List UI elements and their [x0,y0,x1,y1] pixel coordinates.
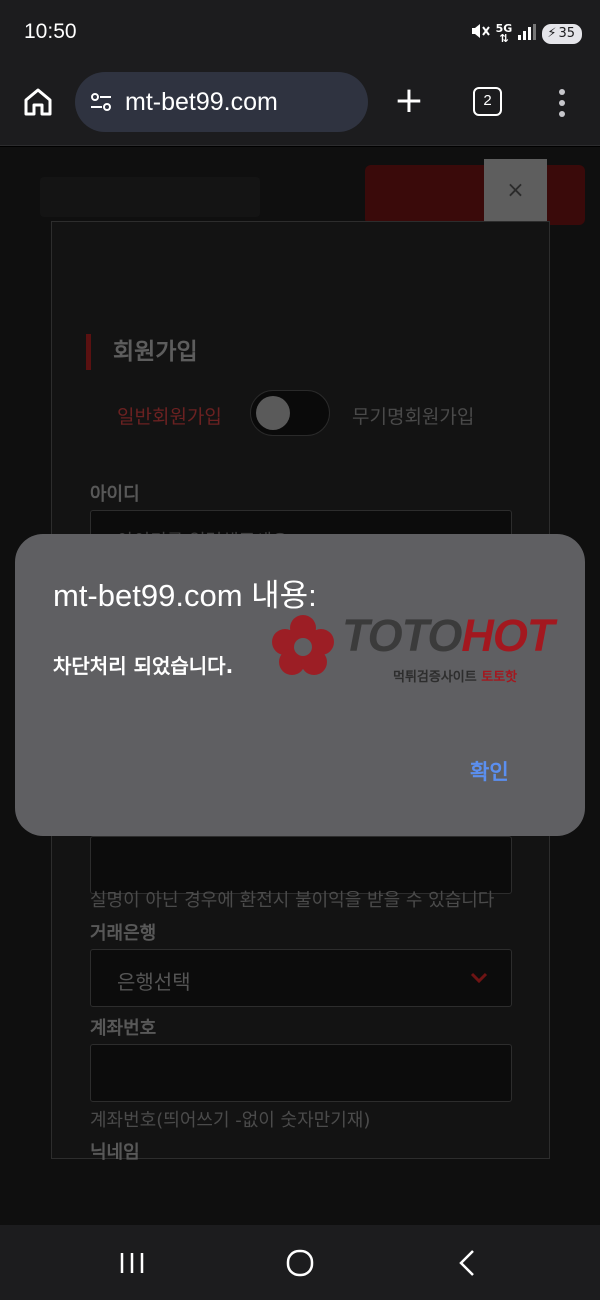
header-logo-area [40,177,260,217]
home-button[interactable] [20,84,56,120]
signup-close-button[interactable]: × [484,159,547,222]
new-tab-button[interactable]: + [392,83,426,119]
nickname-label: 닉네임 [90,1142,140,1163]
bank-label: 거래은행 [90,923,157,944]
realname-hint: 실명이 아닌 경우에 환전시 불이익을 받을 수 있습니다 [90,890,495,911]
status-time: 10:50 [24,20,77,43]
dialog-message: 차단처리 되었습니다. [53,654,234,678]
flower-logo-icon [272,615,334,675]
watermark-tagline-part1: 먹튀검증사이트 [393,670,477,685]
browser-toolbar: mt-bet99.com + 2 [0,64,600,146]
plus-icon: + [393,80,425,121]
home-nav-button[interactable] [280,1245,320,1281]
recent-apps-icon [120,1253,144,1273]
more-menu-button[interactable] [552,86,572,120]
chevron-down-icon [470,972,488,984]
address-bar[interactable]: mt-bet99.com [75,72,368,132]
dialog-ok-button[interactable]: 확인 [470,756,509,786]
account-hint: 계좌번호(띄어쓰기 -없이 숫자만기재) [90,1110,371,1131]
member-type-toggle[interactable] [250,390,330,436]
status-bar: 10:50 5G ⇅ ⚡ 35 [0,0,600,64]
signup-title: 회원가입 [86,334,198,370]
watermark: TOTOHOT 먹튀검증사이트 토토핫 [268,610,598,700]
mute-icon [470,22,490,45]
account-input[interactable] [90,1044,512,1102]
bank-select-value: 은행선택 [117,970,191,994]
home-icon [24,88,52,116]
charging-icon: ⚡ [547,26,557,41]
network-label: 5G [495,21,513,35]
site-settings-icon[interactable] [89,90,113,114]
menu-dot [559,100,565,106]
header-banner [365,165,585,225]
recent-apps-button[interactable] [112,1245,152,1281]
member-type-normal[interactable]: 일반회원가입 [117,402,222,429]
back-button[interactable] [448,1245,488,1281]
menu-dot [559,111,565,117]
close-icon: × [506,178,525,203]
menu-dot [559,89,565,95]
watermark-brand: TOTOHOT [342,610,554,662]
back-icon [459,1250,474,1276]
watermark-tagline-part2: 토토핫 [481,670,518,685]
url-text[interactable]: mt-bet99.com [125,88,278,117]
watermark-brand-part2: HOT [461,610,554,661]
signal-icon [518,23,537,44]
id-label: 아이디 [90,484,140,505]
account-label: 계좌번호 [90,1018,157,1039]
watermark-brand-part1: TOTO [342,610,462,661]
home-circle-icon [286,1249,314,1277]
system-nav-bar [0,1225,600,1300]
battery-level: 35 [558,26,575,41]
toggle-knob [256,396,290,430]
tab-switcher-button[interactable]: 2 [473,87,502,116]
status-icons: 5G ⇅ ⚡ 35 [470,22,582,45]
member-type-anonymous[interactable]: 무기명회원가입 [352,402,474,429]
network-5g-icon: 5G ⇅ [495,21,513,45]
dialog-title: mt-bet99.com 내용: [53,578,317,613]
watermark-tagline: 먹튀검증사이트 토토핫 [393,666,517,685]
battery-indicator: ⚡ 35 [542,23,582,44]
bank-select[interactable]: 은행선택 [90,949,512,1007]
